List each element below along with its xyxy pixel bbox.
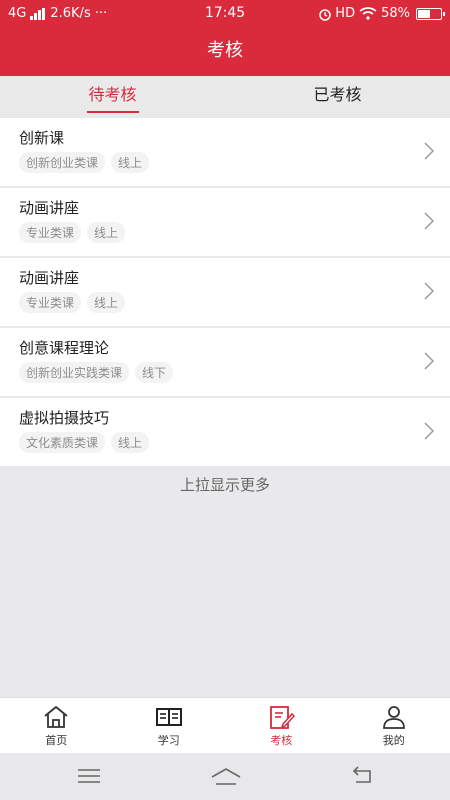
exam-list: 创新课 创新创业类课 线上 动画讲座 专业类课 线上 动画讲座 专业类课 线上 … [0, 118, 450, 468]
mode-tag: 线下 [135, 362, 174, 383]
menu-icon[interactable] [76, 765, 102, 787]
mode-tag: 线上 [111, 432, 150, 453]
tab-completed[interactable]: 已考核 [225, 76, 450, 114]
tab-pending[interactable]: 待考核 [0, 76, 225, 114]
category-tag: 专业类课 [19, 292, 82, 313]
home-icon [44, 706, 68, 728]
list-item[interactable]: 动画讲座 专业类课 线上 [0, 188, 450, 256]
nav-profile[interactable]: 我的 [338, 698, 450, 753]
profile-icon [382, 706, 405, 729]
item-title: 虚拟拍摄技巧 [19, 409, 110, 427]
category-tag: 创新创业实践类课 [19, 362, 130, 383]
nav-label: 学习 [157, 734, 180, 747]
hd-label: HD [335, 6, 356, 21]
item-title: 创意课程理论 [19, 339, 110, 357]
nav-home[interactable]: 首页 [0, 698, 113, 753]
nav-study[interactable]: 学习 [113, 698, 226, 753]
chevron-right-icon [424, 352, 434, 370]
wifi-icon [359, 7, 377, 20]
item-tags: 创新创业实践类课 线下 [19, 362, 179, 383]
mode-tag: 线上 [111, 152, 150, 173]
category-tag: 专业类课 [19, 222, 82, 243]
item-tags: 专业类课 线上 [19, 292, 131, 313]
back-icon[interactable] [350, 765, 376, 787]
item-tags: 文化素质类课 线上 [19, 432, 155, 453]
system-nav-bar [0, 753, 450, 800]
chevron-right-icon [424, 282, 434, 300]
exam-icon [270, 706, 296, 729]
nav-label: 我的 [382, 734, 405, 747]
nav-label: 考核 [270, 734, 293, 747]
list-item[interactable]: 虚拟拍摄技巧 文化素质类课 线上 [0, 398, 450, 466]
category-tag: 创新创业类课 [19, 152, 106, 173]
mode-tag: 线上 [87, 292, 126, 313]
tab-bar: 待考核 已考核 [0, 76, 450, 114]
status-right: HD 58% [318, 6, 445, 21]
list-item[interactable]: 动画讲座 专业类课 线上 [0, 258, 450, 326]
bottom-nav: 首页 学习 考核 我的 [0, 697, 450, 753]
category-tag: 文化素质类课 [19, 432, 106, 453]
item-tags: 专业类课 线上 [19, 222, 131, 243]
chevron-right-icon [424, 422, 434, 440]
item-title: 动画讲座 [19, 269, 80, 287]
battery-percent: 58% [381, 6, 410, 21]
home-button-icon[interactable] [210, 765, 242, 787]
page-title: 考核 [0, 28, 450, 76]
load-more-hint: 上拉显示更多 [179, 476, 270, 494]
nav-label: 首页 [45, 734, 68, 747]
list-item[interactable]: 创意课程理论 创新创业实践类课 线下 [0, 328, 450, 396]
mode-tag: 线上 [87, 222, 126, 243]
item-title: 动画讲座 [19, 199, 80, 217]
battery-icon [416, 7, 445, 20]
nav-exam[interactable]: 考核 [225, 698, 338, 753]
item-title: 创新课 [19, 129, 65, 147]
chevron-right-icon [424, 212, 434, 230]
book-icon [155, 708, 182, 726]
status-bar: 4G 2.6K/s ··· 17:45 HD 58% [0, 0, 450, 28]
chevron-right-icon [424, 142, 434, 160]
alarm-icon [319, 8, 332, 21]
item-tags: 创新创业类课 线上 [19, 152, 155, 173]
list-item[interactable]: 创新课 创新创业类课 线上 [0, 118, 450, 186]
